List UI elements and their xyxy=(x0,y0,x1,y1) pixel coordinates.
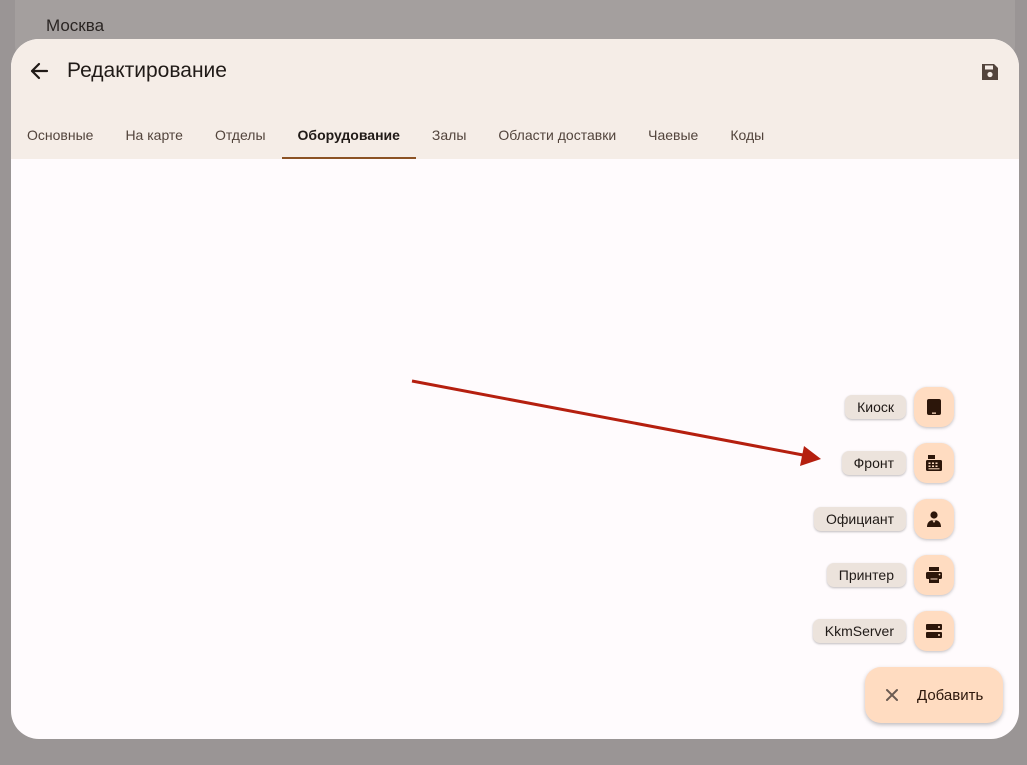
printer-icon xyxy=(926,567,942,583)
waiter-icon xyxy=(927,511,941,527)
kkmserver-button[interactable] xyxy=(914,611,954,651)
server-icon xyxy=(926,624,942,638)
speed-dial-item-printer: Принтер xyxy=(826,555,954,595)
printer-button[interactable] xyxy=(914,555,954,595)
close-icon xyxy=(886,689,898,701)
background-title: Москва xyxy=(46,16,105,35)
speed-dial-item-waiter: Официант xyxy=(814,499,954,539)
speed-dial-item-kkmserver: KkmServer xyxy=(812,611,954,651)
speed-dial-item-kiosk: Киоск xyxy=(845,387,954,427)
speed-dial-item-front: Фронт xyxy=(841,443,954,483)
front-button[interactable] xyxy=(914,443,954,483)
front-label[interactable]: Фронт xyxy=(841,451,906,475)
kkmserver-label[interactable]: KkmServer xyxy=(812,619,906,643)
edit-dialog: Редактирование Основные На карте Отделы … xyxy=(11,39,1019,739)
waiter-button[interactable] xyxy=(914,499,954,539)
add-button[interactable]: Добавить xyxy=(865,667,1003,723)
kiosk-button[interactable] xyxy=(914,387,954,427)
printer-label[interactable]: Принтер xyxy=(826,563,906,587)
waiter-label[interactable]: Официант xyxy=(814,507,906,531)
add-button-label: Добавить xyxy=(917,686,984,704)
tablet-icon xyxy=(927,399,941,415)
cash-register-icon xyxy=(926,455,942,471)
kiosk-label[interactable]: Киоск xyxy=(845,395,906,419)
